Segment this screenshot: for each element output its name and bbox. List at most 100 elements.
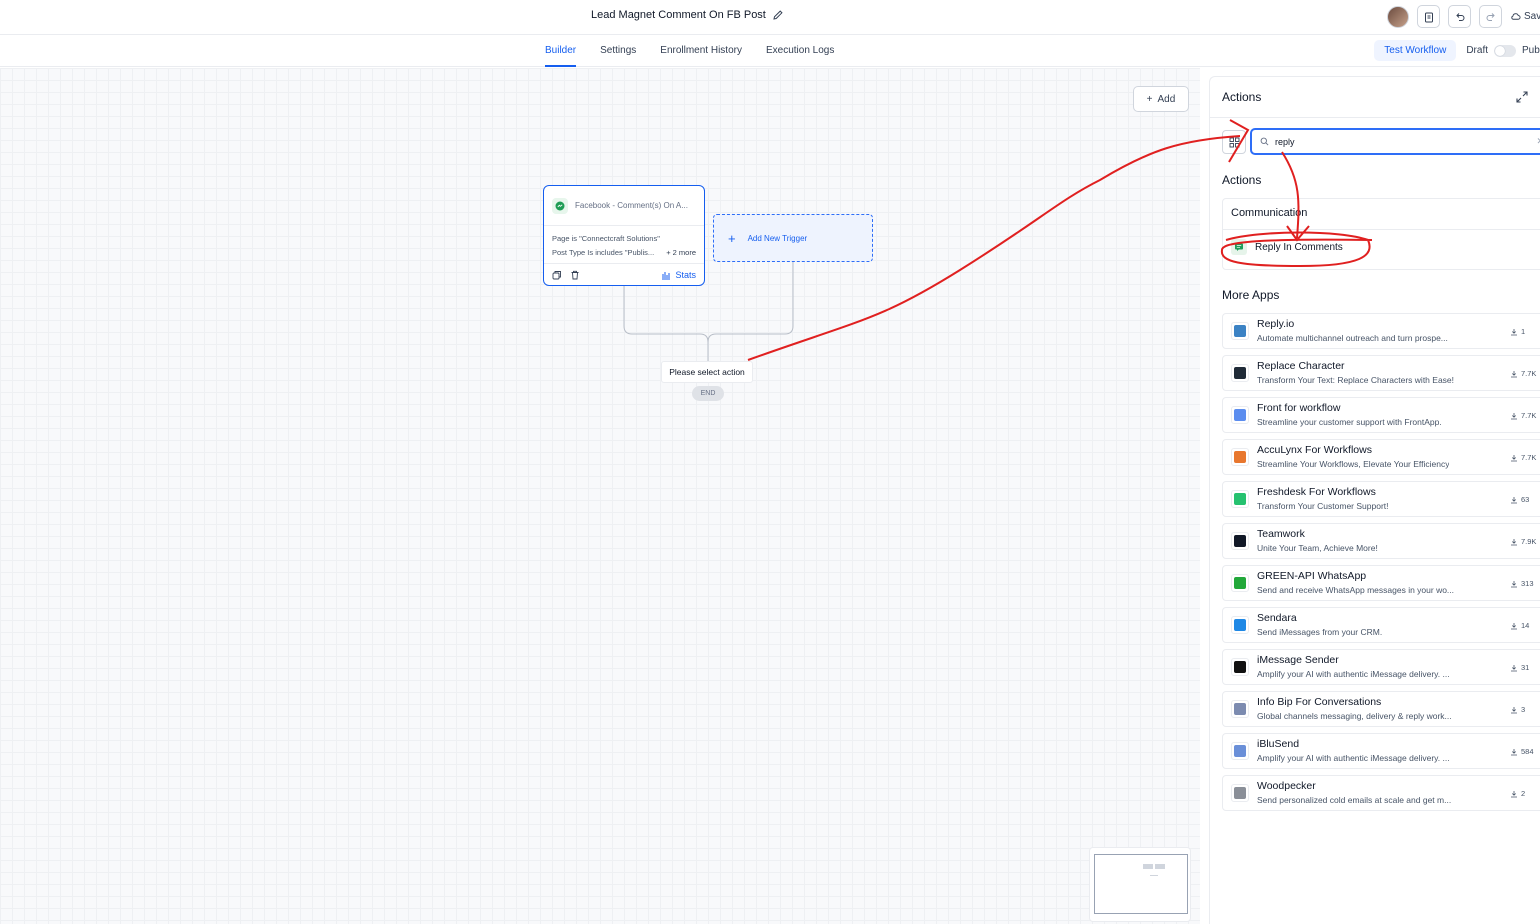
app-item[interactable]: iMessage Sender Amplify your AI with auth… (1222, 649, 1540, 685)
download-icon (1511, 328, 1517, 335)
clear-icon[interactable]: ✕ (1536, 136, 1540, 147)
add-new-trigger[interactable]: + Add New Trigger (713, 214, 873, 262)
app-logo-mark (1234, 451, 1246, 463)
action-label: Reply In Comments (1255, 241, 1343, 253)
more-apps-heading: More Apps (1222, 288, 1280, 302)
tab-settings[interactable]: Settings (600, 35, 636, 67)
add-button[interactable]: + Add (1133, 86, 1189, 112)
app-description: Transform Your Text: Replace Characters … (1257, 375, 1455, 385)
app-logo-mark (1234, 325, 1246, 337)
action-reply-in-comments[interactable]: Reply In Comments (1231, 239, 1343, 255)
avatar[interactable] (1387, 5, 1409, 28)
app-description: Streamline Your Workflows, Elevate Your … (1257, 459, 1450, 469)
app-description: Unite Your Team, Achieve More! (1257, 543, 1378, 553)
app-item[interactable]: Sendara Send iMessages from your CRM. 14 (1222, 607, 1540, 643)
download-icon (1511, 412, 1517, 419)
app-item[interactable]: Info Bip For Conversations Global channel… (1222, 691, 1540, 727)
app-logo-mark (1234, 787, 1246, 799)
redo-icon (1486, 12, 1495, 21)
app-item[interactable]: AccuLynx For Workflows Streamline Your Wo… (1222, 439, 1540, 475)
more-apps-list: Reply.io Automate multichannel outreach a… (1222, 313, 1540, 817)
search-input[interactable] (1275, 136, 1525, 147)
download-count: 7.7K (1510, 369, 1536, 378)
plus-icon: + (728, 230, 736, 246)
tab-bar: Builder Settings Enrollment History Exec… (0, 35, 1540, 67)
trigger-filter-post-type: Post Type Is includes "Publis... (552, 248, 655, 257)
trigger-more-link[interactable]: + 2 more (666, 246, 696, 260)
download-icon (1511, 664, 1517, 671)
app-item[interactable]: Woodpecker Send personalized cold emails … (1222, 775, 1540, 811)
app-description: Send iMessages from your CRM. (1257, 627, 1383, 637)
tab-enrollment-history[interactable]: Enrollment History (660, 35, 742, 67)
app-name: iBluSend (1257, 738, 1300, 750)
app-item[interactable]: Front for workflow Streamline your custom… (1222, 397, 1540, 433)
app-item[interactable]: GREEN-API WhatsApp Send and receive Whats… (1222, 565, 1540, 601)
app-logo-icon (1231, 658, 1249, 676)
app-description: Send personalized cold emails at scale a… (1257, 795, 1452, 805)
app-logo-icon (1231, 616, 1249, 634)
app-item[interactable]: iBluSend Amplify your AI with authentic i… (1222, 733, 1540, 769)
download-count: 63 (1510, 495, 1529, 504)
trigger-filter-page: Page is "Connectcraft Solutions" (552, 234, 660, 243)
actions-heading: Actions (1222, 173, 1262, 187)
tab-builder[interactable]: Builder (545, 35, 577, 67)
clipboard-icon (1424, 12, 1433, 22)
pencil-icon[interactable] (772, 9, 784, 21)
trigger-card-header: Facebook - Comment(s) On A... (544, 186, 704, 226)
app-description: Automate multichannel outreach and turn … (1257, 333, 1448, 343)
top-actions: Save (1387, 5, 1540, 28)
stats-button[interactable]: Stats (661, 270, 696, 280)
workflow-canvas[interactable]: + Add Facebook - Comment(s) On A... Page… (0, 68, 1200, 924)
download-count: 31 (1510, 663, 1529, 672)
trash-icon[interactable] (570, 270, 580, 280)
search-field[interactable]: ✕ (1250, 128, 1540, 155)
app-item[interactable]: Replace Character Transform Your Text: Re… (1222, 355, 1540, 391)
app-description: Amplify your AI with authentic iMessage … (1257, 669, 1450, 679)
trigger-filters: Page is "Connectcraft Solutions" Post Ty… (544, 226, 704, 260)
download-count: 584 (1510, 747, 1534, 756)
minimap[interactable] (1089, 847, 1191, 922)
download-value: 1 (1521, 327, 1526, 336)
redo-button[interactable] (1479, 5, 1502, 28)
draft-publish-toggle[interactable]: Draft Publish (1466, 44, 1540, 57)
category-group: Communication Reply In Comments (1222, 198, 1540, 270)
tab-execution-logs[interactable]: Execution Logs (766, 35, 834, 67)
app-logo-icon (1231, 784, 1249, 802)
minimap-node (1155, 864, 1165, 869)
download-icon (1511, 370, 1517, 377)
minimap-viewport[interactable] (1094, 854, 1188, 914)
app-item[interactable]: Teamwork Unite Your Team, Achieve More! 7.… (1222, 523, 1540, 559)
app-item[interactable]: Reply.io Automate multichannel outreach a… (1222, 313, 1540, 349)
workflow-title[interactable]: Lead Magnet Comment On FB Post (591, 9, 784, 21)
publish-toggle[interactable] (1494, 44, 1516, 57)
download-value: 313 (1521, 579, 1534, 588)
copy-icon[interactable] (552, 270, 562, 280)
download-value: 584 (1521, 747, 1534, 756)
trigger-title: Facebook - Comment(s) On A... (575, 201, 688, 210)
download-count: 7.9K (1510, 537, 1536, 546)
download-icon (1511, 790, 1517, 797)
undo-button[interactable] (1448, 5, 1471, 28)
trigger-card-footer: Stats (544, 263, 704, 285)
expand-icon[interactable] (1515, 90, 1529, 104)
messenger-icon (552, 197, 568, 214)
trigger-card[interactable]: Facebook - Comment(s) On A... Page is "C… (543, 185, 705, 286)
notes-button[interactable] (1417, 5, 1440, 28)
app-logo-icon (1231, 406, 1249, 424)
save-button[interactable]: Save (1510, 11, 1540, 22)
app-name: Freshdesk For Workflows (1257, 486, 1376, 498)
download-value: 3 (1521, 705, 1526, 714)
app-name: Sendara (1257, 612, 1297, 624)
app-description: Streamline your customer support with Fr… (1257, 417, 1442, 427)
app-name: Info Bip For Conversations (1257, 696, 1382, 708)
category-grid-button[interactable] (1222, 130, 1246, 154)
app-name: Woodpecker (1257, 780, 1316, 792)
app-logo-mark (1234, 367, 1246, 379)
download-icon (1511, 538, 1517, 545)
save-label: Save (1524, 11, 1540, 22)
select-action-node[interactable]: Please select action (661, 361, 753, 383)
download-icon (1511, 748, 1517, 755)
app-name: Reply.io (1257, 318, 1295, 330)
test-workflow-button[interactable]: Test Workflow (1374, 40, 1457, 61)
app-item[interactable]: Freshdesk For Workflows Transform Your Cu… (1222, 481, 1540, 517)
